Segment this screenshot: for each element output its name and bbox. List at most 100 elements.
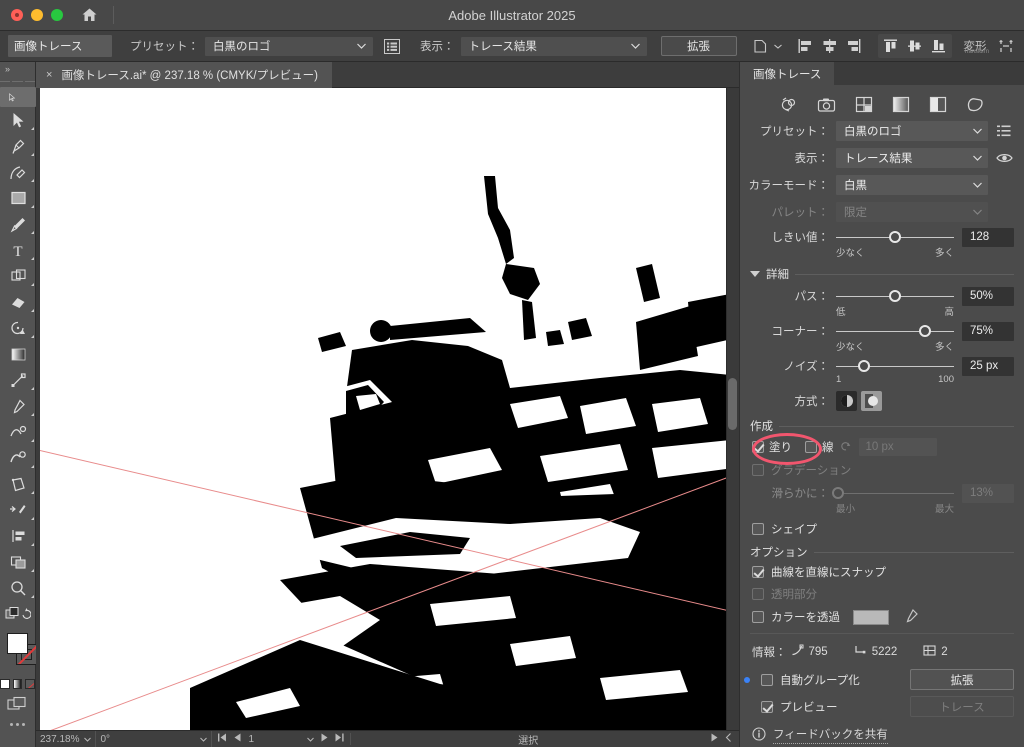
paintbrush-tool[interactable] [0,211,36,237]
eyedropper-icon[interactable] [904,608,919,626]
overlapping-method-icon[interactable] [861,391,882,411]
grayscale-icon[interactable] [891,95,911,115]
eraser-tool[interactable] [0,289,36,315]
view-dropdown[interactable]: トレース結果 [461,37,647,56]
direct-selection-tool[interactable] [0,107,36,133]
next-artboard-icon[interactable] [321,733,328,745]
gradient-swatch-button[interactable] [13,679,23,689]
transform-menu[interactable]: 変形 Transform [964,38,987,54]
status-bar-right-controls[interactable] [705,733,739,745]
color-swatch-button[interactable] [0,679,10,689]
fill-stroke-swatches[interactable] [0,631,35,675]
auto-group-checkbox[interactable] [761,674,773,686]
color-mode-buttons[interactable] [0,679,35,689]
zoom-level-control[interactable]: 237.18% [36,731,96,747]
noise-slider[interactable] [836,356,954,376]
threshold-slider-handle[interactable] [889,231,901,243]
maximize-window-button[interactable] [51,9,63,21]
toolbar-grip[interactable] [0,76,35,87]
fill-checkbox[interactable] [752,441,764,453]
document-tab[interactable]: × 画像トレース.ai* @ 237.18 % (CMYK/プレビュー) [36,62,332,88]
align-bottom-icon[interactable] [928,35,950,57]
curvature-tool[interactable] [0,159,36,185]
align-right-icon[interactable] [843,35,865,57]
align-vertical-group[interactable] [878,34,952,58]
low-color-icon[interactable] [854,95,874,115]
expand-button[interactable]: 拡張 [661,36,737,56]
more-options-icon[interactable] [0,723,35,726]
corners-slider-handle[interactable] [919,325,931,337]
canvas-vertical-scrollbar-track[interactable] [726,88,739,747]
align-top-icon[interactable] [880,35,902,57]
minimize-window-button[interactable] [31,9,43,21]
symbol-sprayer-tool[interactable] [0,445,36,471]
artboard[interactable] [40,88,728,733]
canvas-vertical-scrollbar-thumb[interactable] [728,378,737,430]
panel-expand-button[interactable]: 拡張 [910,669,1014,690]
close-icon[interactable]: × [46,69,52,81]
gradient-tool[interactable] [0,341,36,367]
high-color-icon[interactable] [817,95,837,115]
outline-icon[interactable] [965,95,985,115]
eye-icon[interactable] [994,148,1014,168]
ignore-color-checkbox[interactable] [752,611,764,623]
preset-dropdown[interactable]: 白黒のロゴ [205,37,373,56]
shaper-tool[interactable] [0,263,36,289]
noise-value[interactable]: 25 px [962,357,1014,376]
window-controls[interactable] [0,9,63,21]
fill-swatch[interactable] [7,633,28,654]
threshold-value[interactable]: 128 [962,228,1014,247]
selection-tool[interactable] [0,87,36,107]
paths-value[interactable]: 50% [962,287,1014,306]
stroke-checkbox[interactable] [805,441,817,453]
rotate-tool[interactable] [0,315,36,341]
none-swatch-button[interactable] [25,679,35,689]
previous-artboard-icon[interactable] [234,733,241,745]
abutting-method-icon[interactable] [836,391,857,411]
paths-slider-handle[interactable] [889,290,901,302]
method-buttons[interactable] [836,391,882,411]
last-artboard-icon[interactable] [335,733,344,745]
align-center-vertical-icon[interactable] [904,35,926,57]
first-artboard-icon[interactable] [218,733,227,745]
shape-checkbox[interactable] [752,523,764,535]
zoom-tool[interactable] [0,575,36,601]
artboard-navigation[interactable]: 1 [212,733,351,745]
rotation-control[interactable]: 0° [96,731,212,747]
trace-mode-buttons[interactable] [740,85,1024,119]
paths-slider[interactable] [836,286,954,306]
panel-color-mode-dropdown[interactable]: 白黒 [836,175,988,195]
play-icon[interactable] [711,733,718,745]
type-tool[interactable]: T [0,237,36,263]
corners-slider[interactable] [836,321,954,341]
shape-builder-tool[interactable] [0,497,36,523]
align-center-horizontal-icon[interactable] [819,35,841,57]
noise-slider-handle[interactable] [858,360,870,372]
artboard-number[interactable]: 1 [248,734,300,745]
threshold-slider[interactable] [836,227,954,247]
advanced-section-header[interactable]: 詳細 [740,262,1024,286]
collapse-toolbar-button[interactable]: » [0,62,35,76]
distribute-icon[interactable] [996,36,1016,56]
blend-tool[interactable] [0,419,36,445]
eyedropper-tool[interactable] [0,393,36,419]
perspective-grid-tool[interactable] [0,523,36,549]
pen-tool[interactable] [0,133,36,159]
screen-mode-button[interactable] [0,696,35,711]
home-icon[interactable] [78,4,100,26]
snap-curves-checkbox[interactable] [752,566,764,578]
resize-grip-icon[interactable] [725,733,733,745]
share-feedback-row[interactable]: フィードバックを共有 [740,720,1024,747]
panel-view-dropdown[interactable]: トレース結果 [836,148,988,168]
list-menu-icon[interactable] [382,36,402,56]
ignore-color-swatch[interactable] [853,610,889,625]
black-and-white-icon[interactable] [928,95,948,115]
artboard-icon[interactable] [750,35,772,57]
panel-preset-dropdown[interactable]: 白黒のロゴ [836,121,988,141]
align-horizontal-group[interactable] [795,35,865,57]
auto-group-control[interactable]: 自動グループ化 [752,672,910,688]
edit-toolbar-button[interactable] [0,601,36,627]
scale-tool[interactable] [0,367,36,393]
close-window-button[interactable] [11,9,23,21]
artboard-options-group[interactable] [750,35,782,57]
